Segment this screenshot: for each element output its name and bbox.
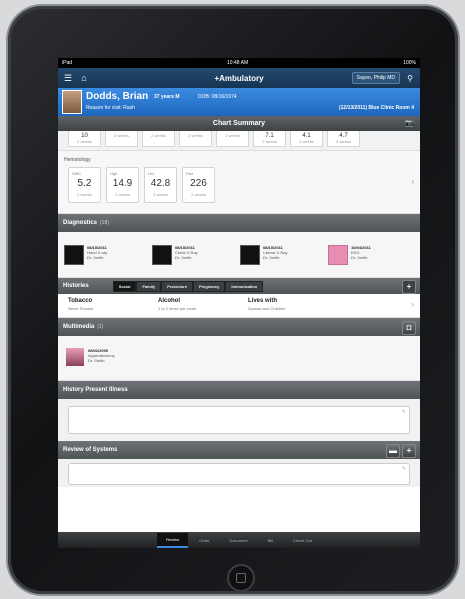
- lab-tile[interactable]: 7.1 2 weeks: [253, 131, 286, 147]
- lab-tile[interactable]: 2 weeks: [216, 131, 249, 147]
- home-button[interactable]: [227, 564, 255, 592]
- diagnostic-item[interactable]: 08/15/2011 Chest X-Ray Dr. Smith: [152, 244, 234, 265]
- history-item: Alcohol 1 to 2 times per week: [158, 298, 197, 311]
- add-ros-button[interactable]: +: [402, 444, 416, 458]
- tab-social[interactable]: Social: [112, 280, 137, 292]
- histories-label: Histories: [63, 283, 89, 289]
- histories-header: Histories Social Family Procedure Pregna…: [58, 278, 420, 294]
- multimedia-label: Multimedia: [63, 324, 95, 330]
- lab-tile[interactable]: 10 2 weeks: [68, 131, 101, 147]
- lab-card-hct[interactable]: Hct 42.8 2 weeks: [144, 167, 177, 203]
- home-icon[interactable]: ⌂: [78, 72, 90, 84]
- social-history-row[interactable]: Tobacco Never Smoker Alcohol 1 to 2 times …: [58, 294, 420, 318]
- patient-dob: DOB: 08/16/1974: [198, 94, 237, 100]
- lab-tile[interactable]: 2 weeks: [179, 131, 212, 147]
- ros-text-field[interactable]: [68, 463, 410, 485]
- chevron-right-icon[interactable]: ›: [411, 177, 414, 186]
- carrier-label: iPad: [62, 60, 73, 66]
- photo-thumbnail[interactable]: [66, 348, 84, 366]
- diagnostics-list: 08/15/2011 Hand X-ray Dr. Smith 08/15/2011…: [58, 232, 420, 278]
- battery-label: 100%: [403, 60, 416, 66]
- multimedia-item[interactable]: 08/02/2009 Appendectomy Dr. Smith: [88, 348, 115, 363]
- lab-tile[interactable]: 4.7 2 weeks: [327, 131, 360, 147]
- tab-review[interactable]: Review: [157, 532, 189, 548]
- app-screen: iPad 10:48 AM 100% ☰ ⌂ +Ambulatory Sayeo…: [58, 58, 420, 548]
- camera-icon[interactable]: ◘: [402, 321, 416, 335]
- lab-tile[interactable]: 2 weeks: [142, 131, 175, 147]
- lab-tiles-row[interactable]: 10 2 weeks 2 weeks 2 weeks 2 weeks 2 week…: [58, 131, 420, 151]
- diagnostic-item[interactable]: 10/04/2011 EKG Dr. Smith: [328, 244, 410, 265]
- multimedia-count: (1): [97, 324, 104, 330]
- user-button[interactable]: Sayeo, Philip MD: [351, 72, 400, 84]
- patient-banner[interactable]: Dodds, Brian 37 years M DOB: 08/16/1974 …: [58, 88, 420, 116]
- xray-thumbnail: [152, 244, 172, 265]
- ros-section: [58, 459, 420, 487]
- diagnostics-count: (18): [100, 220, 109, 226]
- tab-procedure[interactable]: Procedure: [161, 280, 193, 292]
- diagnostics-header: Diagnostics (18): [58, 214, 420, 232]
- patient-name: Dodds, Brian: [86, 91, 149, 102]
- hpi-text-field[interactable]: [68, 406, 410, 434]
- top-nav-bar: ☰ ⌂ +Ambulatory Sayeo, Philip MD ⚲: [58, 68, 420, 88]
- chevron-right-icon[interactable]: ›: [411, 300, 414, 309]
- bottom-tab-bar: Review Order Document Bill Check Out: [58, 532, 420, 548]
- chart-summary-title: Chart Summary: [212, 120, 266, 127]
- tab-bill[interactable]: Bill: [259, 534, 282, 547]
- hematology-label: Hematology: [64, 157, 91, 163]
- hpi-label: History Present Illness: [63, 387, 128, 393]
- menu-icon[interactable]: ☰: [62, 72, 74, 84]
- lab-card-wbc[interactable]: WBC 5.2 2 weeks: [68, 167, 101, 203]
- add-history-button[interactable]: +: [402, 280, 416, 294]
- lab-tile[interactable]: 4.1 2 weeks: [290, 131, 323, 147]
- status-bar: iPad 10:48 AM 100%: [58, 58, 420, 68]
- search-icon[interactable]: ⚲: [404, 74, 416, 83]
- hematology-section[interactable]: Hematology WBC 5.2 2 weeks Hgb 14.9 2 weeks …: [58, 151, 420, 214]
- history-item: Lives with Spouse and Children: [248, 298, 286, 311]
- clock: 10:48 AM: [227, 60, 249, 66]
- camera-icon[interactable]: 📷: [405, 119, 414, 127]
- multimedia-list: 08/02/2009 Appendectomy Dr. Smith: [58, 336, 420, 381]
- histories-segmented-control: Social Family Procedure Pregnancy Immuni…: [112, 280, 264, 292]
- collapse-button[interactable]: ▬: [386, 444, 400, 458]
- xray-thumbnail: [240, 244, 260, 265]
- history-item: Tobacco Never Smoker: [68, 298, 94, 311]
- diagnostic-item[interactable]: 08/15/2011 Hand X-ray Dr. Smith: [64, 244, 146, 265]
- ekg-thumbnail: [328, 244, 348, 265]
- tab-document[interactable]: Document: [220, 534, 256, 547]
- visit-location: (12/13/2011) Blue Clinic Room 4: [338, 105, 414, 111]
- multimedia-header: Multimedia (1) ◘: [58, 318, 420, 336]
- tab-family[interactable]: Family: [136, 280, 162, 292]
- ros-label: Review of Systems: [63, 447, 118, 453]
- tab-check-out[interactable]: Check Out: [284, 534, 321, 547]
- hpi-section: [58, 399, 420, 441]
- xray-thumbnail: [64, 244, 84, 265]
- patient-age-sex: 37 years M: [154, 94, 180, 100]
- visit-reason: Reason for visit: Rash: [86, 105, 135, 111]
- lab-tile[interactable]: 2 weeks: [105, 131, 138, 147]
- lab-card-plat[interactable]: Plat 226 2 weeks: [182, 167, 215, 203]
- diagnostics-label: Diagnostics: [63, 220, 98, 226]
- diagnostic-item[interactable]: 08/15/2011 Lateral X-Ray Dr. Smith: [240, 244, 322, 265]
- tab-order[interactable]: Order: [190, 534, 218, 547]
- hpi-header: History Present Illness: [58, 381, 420, 399]
- chart-summary-header: Chart Summary 📷: [58, 116, 420, 131]
- tab-pregnancy[interactable]: Pregnancy: [192, 280, 226, 292]
- ros-header: Review of Systems ▬ +: [58, 441, 420, 459]
- tab-immunization[interactable]: Immunization: [225, 280, 264, 292]
- patient-avatar: [62, 90, 82, 114]
- lab-card-hgb[interactable]: Hgb 14.9 2 weeks: [106, 167, 139, 203]
